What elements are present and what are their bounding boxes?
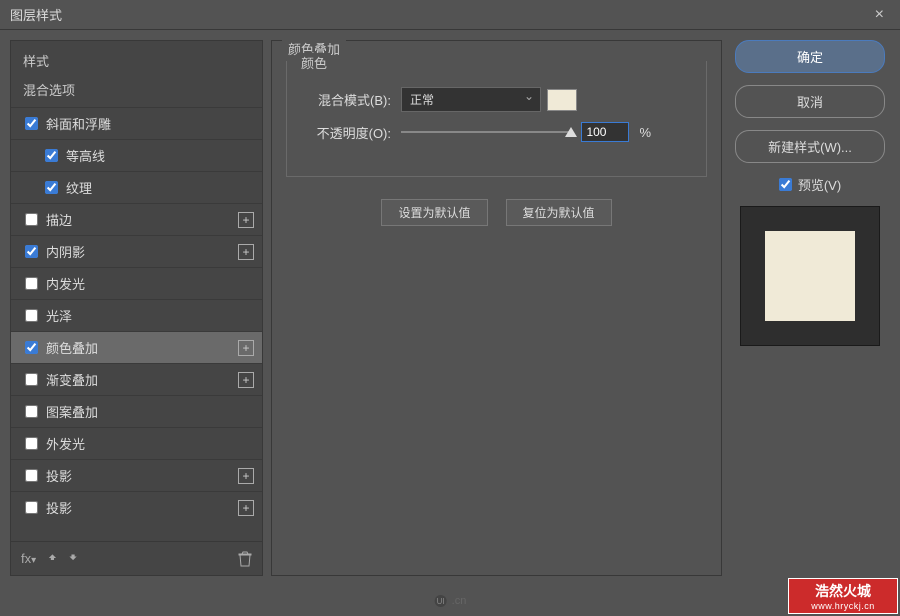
style-label: 投影	[46, 498, 238, 517]
trash-icon[interactable]	[238, 551, 252, 567]
style-checkbox[interactable]	[45, 149, 58, 162]
style-item-1[interactable]: 等高线	[11, 139, 262, 171]
style-item-0[interactable]: 斜面和浮雕	[11, 107, 262, 139]
style-label: 内阴影	[46, 242, 238, 261]
default-buttons: 设置为默认值 复位为默认值	[286, 199, 707, 226]
style-checkbox[interactable]	[25, 277, 38, 290]
style-label: 内发光	[46, 274, 254, 293]
style-checkbox[interactable]	[25, 245, 38, 258]
style-label: 渐变叠加	[46, 370, 238, 389]
add-effect-icon[interactable]: +	[238, 340, 254, 356]
add-effect-icon[interactable]: +	[238, 244, 254, 260]
add-effect-icon[interactable]: +	[238, 468, 254, 484]
preview-canvas	[740, 206, 880, 346]
sidebar-footer: fx▾ 🠹 🠻	[11, 541, 262, 575]
style-item-3[interactable]: 描边+	[11, 203, 262, 235]
move-up-icon[interactable]: 🠹	[48, 547, 57, 571]
main-panel: 颜色叠加 颜色 混合模式(B): 正常 不透明度(O): %	[271, 40, 722, 576]
style-checkbox[interactable]	[25, 373, 38, 386]
right-column: 确定 取消 新建样式(W)... 预览(V)	[730, 40, 890, 576]
style-item-7[interactable]: 颜色叠加+	[11, 331, 262, 363]
style-label: 等高线	[66, 146, 254, 165]
watermark-stamp: 浩然火城 www.hryckj.cn	[788, 578, 898, 614]
style-label: 投影	[46, 466, 238, 485]
style-label: 颜色叠加	[46, 338, 238, 357]
style-checkbox[interactable]	[25, 469, 38, 482]
preview-toggle[interactable]: 预览(V)	[779, 175, 841, 194]
titlebar: 图层样式 ×	[0, 0, 900, 30]
style-label: 斜面和浮雕	[46, 114, 254, 133]
blend-options[interactable]: 混合选项	[11, 76, 262, 107]
style-label: 外发光	[46, 434, 254, 453]
add-effect-icon[interactable]: +	[238, 372, 254, 388]
dialog-body: 样式 混合选项 斜面和浮雕等高线纹理描边+内阴影+内发光光泽颜色叠加+渐变叠加+…	[0, 30, 900, 586]
stamp-url: www.hryckj.cn	[811, 601, 875, 611]
style-label: 图案叠加	[46, 402, 254, 421]
style-item-4[interactable]: 内阴影+	[11, 235, 262, 267]
slider-track[interactable]	[401, 131, 571, 133]
opacity-row: 不透明度(O): %	[301, 122, 692, 142]
reset-default-button[interactable]: 复位为默认值	[506, 199, 612, 226]
opacity-input[interactable]	[581, 122, 629, 142]
style-item-10[interactable]: 外发光	[11, 427, 262, 459]
move-down-icon[interactable]: 🠻	[69, 547, 78, 571]
style-checkbox[interactable]	[25, 309, 38, 322]
style-checkbox[interactable]	[25, 341, 38, 354]
close-icon[interactable]: ×	[869, 6, 890, 24]
add-effect-icon[interactable]: +	[238, 500, 254, 516]
new-style-button[interactable]: 新建样式(W)...	[735, 130, 885, 163]
slider-thumb-icon[interactable]	[565, 127, 577, 137]
styles-sidebar: 样式 混合选项 斜面和浮雕等高线纹理描边+内阴影+内发光光泽颜色叠加+渐变叠加+…	[10, 40, 263, 576]
style-checkbox[interactable]	[25, 405, 38, 418]
style-list: 斜面和浮雕等高线纹理描边+内阴影+内发光光泽颜色叠加+渐变叠加+图案叠加外发光投…	[11, 107, 262, 541]
style-label: 纹理	[66, 178, 254, 197]
style-checkbox[interactable]	[25, 213, 38, 226]
opacity-label: 不透明度(O):	[301, 123, 391, 142]
svg-text:UI: UI	[437, 597, 445, 606]
style-item-12[interactable]: 投影+	[11, 491, 262, 523]
watermark-uicn: UI .cn	[434, 594, 467, 608]
style-item-9[interactable]: 图案叠加	[11, 395, 262, 427]
style-item-2[interactable]: 纹理	[11, 171, 262, 203]
window-title: 图层样式	[10, 5, 62, 24]
ok-button[interactable]: 确定	[735, 40, 885, 73]
style-item-5[interactable]: 内发光	[11, 267, 262, 299]
group-title: 颜色	[297, 53, 331, 72]
color-swatch[interactable]	[547, 89, 577, 111]
fx-menu-icon[interactable]: fx▾	[21, 551, 36, 566]
style-label: 描边	[46, 210, 238, 229]
color-group: 颜色 混合模式(B): 正常 不透明度(O): %	[286, 61, 707, 177]
blend-mode-select[interactable]: 正常	[401, 87, 541, 112]
preview-label: 预览(V)	[798, 175, 841, 194]
preview-swatch	[765, 231, 855, 321]
set-default-button[interactable]: 设置为默认值	[381, 199, 487, 226]
opacity-unit: %	[639, 125, 651, 140]
opacity-slider[interactable]: %	[401, 122, 651, 142]
style-item-6[interactable]: 光泽	[11, 299, 262, 331]
style-checkbox[interactable]	[25, 501, 38, 514]
style-checkbox[interactable]	[25, 437, 38, 450]
add-effect-icon[interactable]: +	[238, 212, 254, 228]
style-checkbox[interactable]	[45, 181, 58, 194]
style-item-8[interactable]: 渐变叠加+	[11, 363, 262, 395]
stamp-brand: 浩然火城	[815, 581, 871, 601]
blend-mode-row: 混合模式(B): 正常	[301, 87, 692, 112]
style-label: 光泽	[46, 306, 254, 325]
preview-checkbox[interactable]	[779, 178, 792, 191]
style-item-11[interactable]: 投影+	[11, 459, 262, 491]
blend-mode-label: 混合模式(B):	[301, 90, 391, 109]
sidebar-header: 样式	[11, 41, 262, 76]
cancel-button[interactable]: 取消	[735, 85, 885, 118]
style-checkbox[interactable]	[25, 117, 38, 130]
